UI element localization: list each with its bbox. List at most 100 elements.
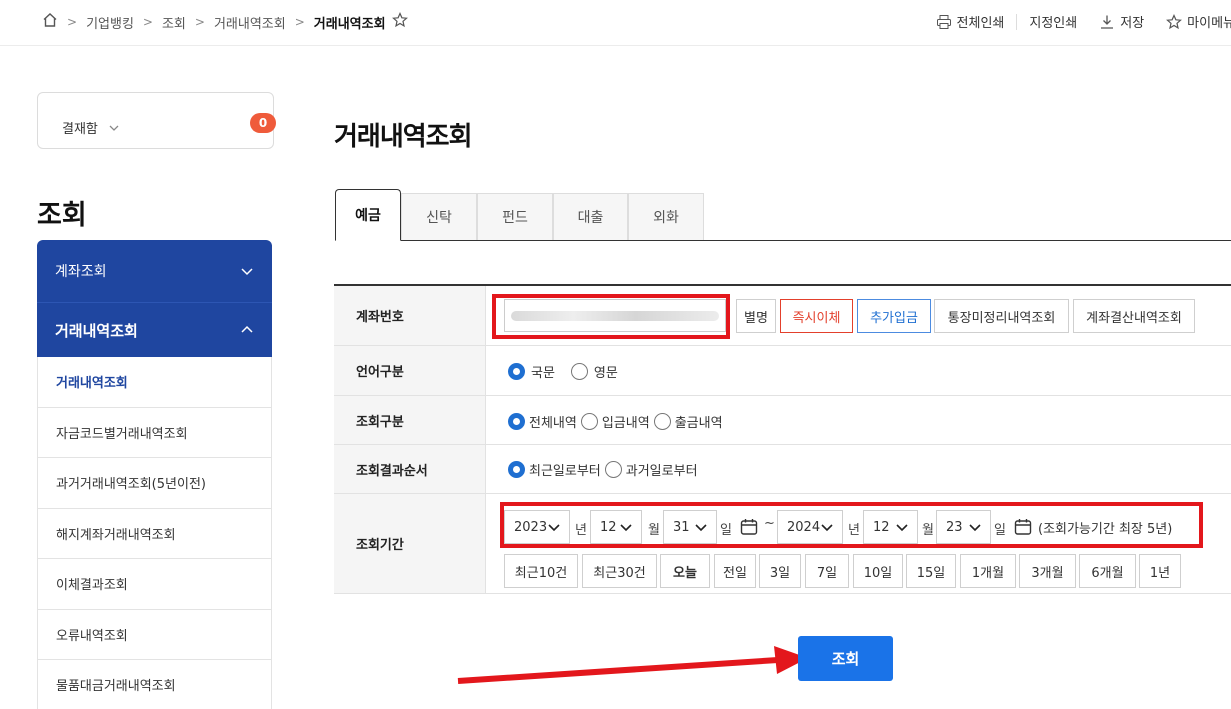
sidebar-item[interactable]: 거래내역조회 — [37, 357, 272, 408]
approval-label: 결재함 — [62, 118, 120, 137]
tab-bar: 예금 신탁 펀드 대출 외화 — [335, 189, 1231, 241]
quick-3month-button[interactable]: 3개월 — [1019, 554, 1076, 588]
radio-korean[interactable]: 국문 — [508, 362, 555, 381]
quick-1month-button[interactable]: 1개월 — [960, 554, 1016, 588]
radio-english[interactable]: 영문 — [570, 362, 618, 381]
from-day-select[interactable]: 31 — [663, 510, 717, 544]
language-radio-group: 국문 영문 — [508, 362, 628, 381]
quick-yesterday-button[interactable]: 전일 — [714, 554, 756, 588]
toolbar: 전체인쇄 지정인쇄 저장 마이메뉴 — [914, 12, 1231, 31]
chevron-down-icon — [620, 524, 632, 532]
chevron-down-icon — [896, 524, 908, 532]
query-type-row: 조회구분 전체내역 입금내역 출금내역 — [334, 396, 1231, 445]
year-unit: 년 — [848, 523, 860, 538]
approval-count-badge: 0 — [250, 113, 276, 133]
quick-7day-button[interactable]: 7일 — [805, 554, 849, 588]
chevron-down-icon — [548, 524, 560, 532]
sidebar-item[interactable]: 자금코드별거래내역조회 — [37, 407, 272, 458]
instant-transfer-button[interactable]: 즉시이체 — [780, 299, 853, 333]
chevron-down-icon — [969, 524, 981, 532]
radio-checked-icon — [508, 413, 525, 430]
month-unit: 월 — [648, 523, 660, 538]
radio-checked-icon — [508, 461, 525, 478]
radio-oldest-first[interactable]: 과거일로부터 — [604, 460, 698, 479]
language-label: 언어구분 — [334, 346, 486, 395]
chevron-down-icon — [821, 524, 833, 532]
quick-recent10-button[interactable]: 최근10건 — [504, 554, 578, 588]
highlight-box — [492, 294, 730, 339]
year-unit: 년 — [575, 523, 587, 538]
additional-deposit-button[interactable]: 추가입금 — [857, 299, 931, 333]
to-year-select[interactable]: 2024 — [777, 510, 843, 544]
quick-6month-button[interactable]: 6개월 — [1079, 554, 1136, 588]
quick-today-button[interactable]: 오늘 — [660, 554, 710, 588]
tab-foreign[interactable]: 외화 — [628, 193, 704, 240]
quick-recent30-button[interactable]: 최근30건 — [582, 554, 657, 588]
tab-fund[interactable]: 펀드 — [477, 193, 553, 240]
chevron-right-icon: > — [142, 15, 153, 29]
tab-deposit[interactable]: 예금 — [335, 189, 401, 241]
breadcrumb-item[interactable]: 기업뱅킹 — [86, 13, 134, 32]
order-row: 조회결과순서 최근일로부터 과거일로부터 — [334, 445, 1231, 494]
quick-3day-button[interactable]: 3일 — [759, 554, 801, 588]
calendar-icon[interactable] — [740, 518, 758, 536]
star-icon — [1166, 13, 1183, 29]
settlement-history-button[interactable]: 계좌결산내역조회 — [1073, 299, 1195, 333]
home-icon[interactable] — [42, 12, 58, 32]
radio-all[interactable]: 전체내역 — [508, 412, 577, 431]
order-radio-group: 최근일로부터 과거일로부터 — [508, 460, 708, 479]
from-year-select[interactable]: 2023 — [504, 510, 570, 544]
sidebar-menu: 계좌조회 거래내역조회 거래내역조회 자금코드별거래내역조회 과거거래내역조회(… — [37, 240, 272, 709]
breadcrumb-item[interactable]: 조회 — [162, 13, 186, 32]
star-icon[interactable] — [391, 12, 408, 32]
breadcrumb-current: 거래내역조회 — [313, 16, 386, 32]
sidebar-item[interactable]: 이체결과조회 — [37, 559, 272, 610]
quick-1year-button[interactable]: 1년 — [1139, 554, 1181, 588]
from-month-select[interactable]: 12 — [590, 510, 642, 544]
alias-button[interactable]: 별명 — [736, 299, 776, 333]
to-day-select[interactable]: 23 — [936, 510, 991, 544]
chevron-down-icon — [241, 268, 253, 276]
radio-unchecked-icon — [604, 461, 622, 478]
print-selected-button[interactable]: 지정인쇄 — [1029, 12, 1077, 31]
print-all-button[interactable]: 전체인쇄 — [936, 12, 1004, 31]
sidebar-item[interactable]: 과거거래내역조회(5년이전) — [37, 458, 272, 509]
tilde: ~ — [764, 516, 775, 531]
chevron-right-icon: > — [67, 15, 78, 29]
sidebar-group-account[interactable]: 계좌조회 — [37, 240, 272, 302]
day-unit: 일 — [994, 523, 1006, 538]
period-row: 조회기간 2023 년 12 월 31 일 ~ 2024 년 12 월 23 일… — [334, 494, 1231, 594]
printer-icon — [936, 14, 951, 29]
quick-15day-button[interactable]: 15일 — [906, 554, 956, 588]
search-button[interactable]: 조회 — [798, 636, 893, 681]
period-note: (조회가능기간 최장 5년) — [1038, 522, 1173, 537]
account-label: 계좌번호 — [334, 286, 486, 345]
radio-unchecked-icon — [653, 413, 671, 430]
breadcrumb: > 기업뱅킹 > 조회 > 거래내역조회 > 거래내역조회 — [42, 12, 408, 32]
radio-recent-first[interactable]: 최근일로부터 — [508, 460, 601, 479]
sidebar-item[interactable]: 해지계좌거래내역조회 — [37, 508, 272, 559]
radio-deposit[interactable]: 입금내역 — [580, 412, 650, 431]
sidebar-item[interactable]: 물품대금거래내역조회 — [37, 660, 272, 709]
unrecorded-passbook-button[interactable]: 통장미정리내역조회 — [934, 299, 1069, 333]
download-icon — [1101, 15, 1114, 29]
order-label: 조회결과순서 — [334, 445, 486, 493]
quick-10day-button[interactable]: 10일 — [853, 554, 903, 588]
radio-checked-icon — [508, 363, 525, 380]
radio-withdrawal[interactable]: 출금내역 — [653, 412, 723, 431]
tab-loan[interactable]: 대출 — [553, 193, 628, 240]
sidebar-item[interactable]: 오류내역조회 — [37, 609, 272, 660]
chevron-right-icon: > — [194, 15, 205, 29]
period-label: 조회기간 — [334, 494, 486, 593]
chevron-right-icon: > — [294, 15, 305, 29]
save-button[interactable]: 저장 — [1099, 12, 1144, 31]
tab-trust[interactable]: 신탁 — [401, 193, 477, 240]
breadcrumb-item[interactable]: 거래내역조회 — [214, 13, 286, 32]
sidebar-group-transactions[interactable]: 거래내역조회 — [37, 302, 272, 357]
approval-box[interactable]: 결재함 0 — [37, 92, 276, 149]
my-menu-button[interactable]: 마이메뉴 — [1166, 12, 1231, 31]
chevron-down-icon — [109, 125, 119, 131]
to-month-select[interactable]: 12 — [863, 510, 918, 544]
divider — [1016, 13, 1018, 30]
calendar-icon[interactable] — [1014, 518, 1032, 536]
